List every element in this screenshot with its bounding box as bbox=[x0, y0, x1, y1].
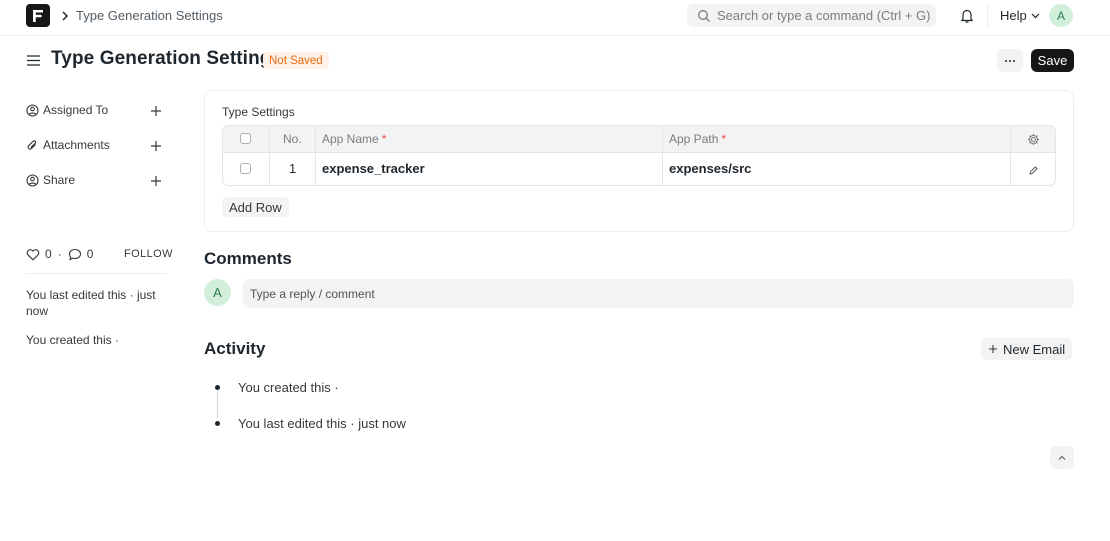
type-settings-table: No. App Name * App Path * 1 expense_tracke… bbox=[222, 125, 1056, 186]
user-assign-icon bbox=[26, 103, 39, 117]
column-divider bbox=[269, 126, 270, 185]
more-actions-button[interactable] bbox=[997, 49, 1023, 72]
chevron-down-icon bbox=[1031, 13, 1040, 18]
app-path-cell[interactable]: expenses/src bbox=[669, 161, 751, 176]
type-settings-label: Type Settings bbox=[222, 105, 295, 119]
chevron-right-icon bbox=[60, 9, 70, 23]
frappe-logo-icon bbox=[33, 9, 43, 22]
comment-input[interactable]: Type a reply / comment bbox=[243, 279, 1074, 308]
sidebar-toggle-icon[interactable] bbox=[26, 53, 41, 68]
activity-heading: Activity bbox=[204, 339, 266, 358]
share-user-icon bbox=[26, 173, 39, 187]
comments-heading: Comments bbox=[204, 249, 292, 268]
column-header-app-path: App Path * bbox=[669, 132, 727, 146]
search-input[interactable]: Search or type a command (Ctrl + G) bbox=[717, 8, 931, 23]
save-button[interactable]: Save bbox=[1031, 49, 1074, 72]
sidebar-attachments[interactable]: Attachments bbox=[26, 138, 110, 152]
sidebar-divider bbox=[26, 273, 167, 274]
follow-button[interactable]: FOLLOW bbox=[124, 248, 173, 260]
required-mark: * bbox=[721, 132, 727, 146]
timeline-dot bbox=[215, 421, 220, 426]
row-no: 1 bbox=[289, 161, 297, 176]
likes-comments-summary: 0 · 0 bbox=[26, 247, 93, 261]
page-title: Type Generation Settings bbox=[51, 48, 283, 69]
comment-icon[interactable] bbox=[68, 248, 82, 261]
new-email-label: New Email bbox=[1003, 341, 1066, 357]
column-settings-gear-icon[interactable] bbox=[1027, 133, 1040, 146]
select-all-checkbox[interactable] bbox=[240, 133, 251, 144]
status-badge: Not Saved bbox=[263, 52, 329, 69]
app-logo[interactable] bbox=[26, 4, 50, 27]
sidebar-item-label: Share bbox=[43, 173, 76, 187]
comment-avatar: A bbox=[204, 279, 231, 306]
breadcrumb-current[interactable]: Type Generation Settings bbox=[76, 8, 223, 23]
sidebar-item-label: Attachments bbox=[43, 138, 110, 152]
navbar: Type Generation Settings Search or type … bbox=[0, 0, 1110, 36]
search-icon bbox=[697, 9, 711, 23]
ellipsis-icon bbox=[1005, 59, 1015, 62]
chevron-up-icon bbox=[1058, 455, 1066, 460]
add-share-icon[interactable] bbox=[149, 174, 163, 188]
required-mark: * bbox=[381, 132, 387, 146]
row-checkbox[interactable] bbox=[240, 163, 251, 174]
created-info: You created this · bbox=[26, 333, 119, 347]
add-assignee-icon[interactable] bbox=[149, 104, 163, 118]
navbar-divider bbox=[987, 5, 988, 27]
paperclip-icon bbox=[27, 139, 37, 150]
column-header-app-name: App Name * bbox=[322, 132, 387, 146]
timeline-line bbox=[217, 388, 218, 418]
last-edited-info: You last edited this · just now bbox=[26, 288, 156, 318]
column-divider bbox=[315, 126, 316, 185]
sidebar-share[interactable]: Share bbox=[26, 173, 75, 187]
separator-dot: · bbox=[57, 247, 62, 261]
plus-icon bbox=[989, 345, 997, 353]
help-dropdown[interactable]: Help bbox=[1000, 8, 1040, 23]
help-label: Help bbox=[1000, 8, 1027, 23]
scroll-to-top-button[interactable] bbox=[1050, 446, 1074, 469]
likes-count: 0 bbox=[45, 247, 52, 261]
add-row-button[interactable]: Add Row bbox=[222, 197, 289, 217]
new-email-button[interactable]: New Email bbox=[981, 338, 1073, 360]
comments-count: 0 bbox=[86, 247, 94, 261]
sidebar-assigned-to[interactable]: Assigned To bbox=[26, 103, 108, 117]
edit-row-icon[interactable] bbox=[1028, 164, 1039, 175]
app-name-cell[interactable]: expense_tracker bbox=[322, 161, 425, 176]
add-attachment-icon[interactable] bbox=[149, 139, 163, 153]
notification-bell-icon[interactable] bbox=[959, 7, 975, 24]
sidebar-item-label: Assigned To bbox=[43, 103, 109, 117]
timeline-dot bbox=[215, 385, 220, 390]
activity-item: You last edited this · just now bbox=[238, 416, 406, 431]
search-bar[interactable]: Search or type a command (Ctrl + G) bbox=[687, 4, 936, 27]
column-header-no: No. bbox=[283, 132, 302, 146]
column-divider bbox=[1010, 126, 1011, 185]
column-divider bbox=[662, 126, 663, 185]
heart-icon[interactable] bbox=[26, 248, 40, 261]
activity-item: You created this · bbox=[238, 380, 339, 395]
user-avatar[interactable]: A bbox=[1049, 4, 1073, 27]
